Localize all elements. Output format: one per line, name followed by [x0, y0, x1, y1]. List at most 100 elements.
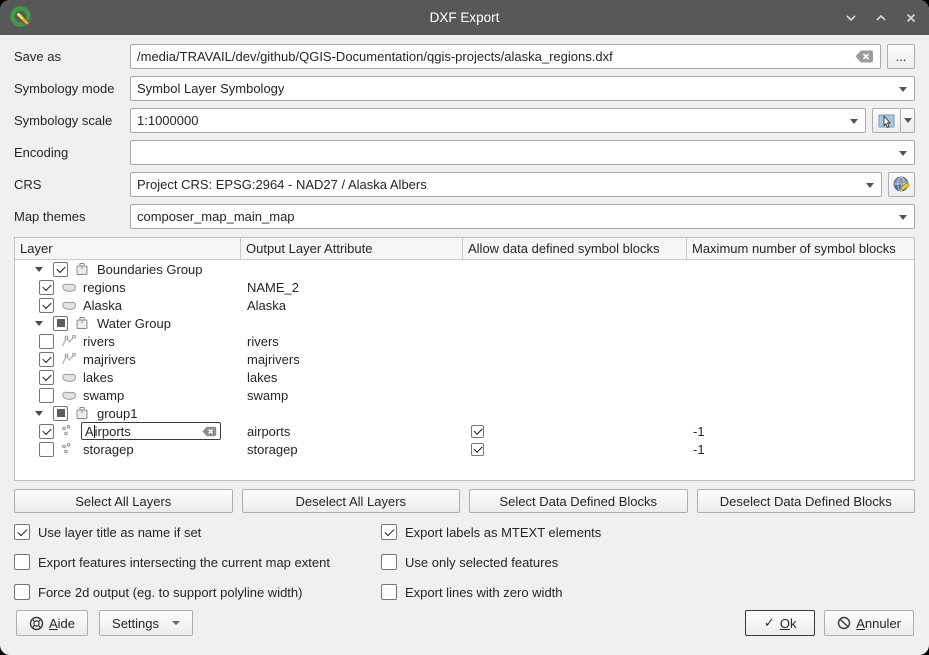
allow-data-defined-checkbox[interactable]: [471, 425, 484, 438]
table-row[interactable]: Alaska Alaska: [15, 296, 914, 314]
max-symbol-blocks-value[interactable]: -1: [687, 422, 914, 440]
symbology-scale-combobox[interactable]: 1:1000000: [130, 108, 866, 133]
checkbox[interactable]: [14, 584, 30, 600]
deselect-data-defined-blocks-button[interactable]: Deselect Data Defined Blocks: [697, 489, 916, 513]
option-zero-width[interactable]: Export lines with zero width: [381, 584, 915, 600]
tree-expander-icon[interactable]: [33, 263, 45, 275]
output-attribute-value[interactable]: Alaska: [241, 296, 463, 314]
dxf-export-dialog: DXF Export Save as /media/TRAVAIL/dev/gi…: [0, 0, 929, 655]
output-attribute-value[interactable]: [241, 404, 463, 422]
max-symbol-blocks-value[interactable]: [687, 368, 914, 386]
option-export-mtext[interactable]: Export labels as MTEXT elements: [381, 524, 915, 540]
max-symbol-blocks-value[interactable]: [687, 350, 914, 368]
column-header-layer[interactable]: Layer: [15, 238, 241, 259]
output-attribute-value[interactable]: swamp: [241, 386, 463, 404]
checkbox[interactable]: [14, 524, 30, 540]
layer-checkbox[interactable]: [39, 424, 54, 439]
layer-checkbox[interactable]: [39, 388, 54, 403]
table-row[interactable]: regions NAME_2: [15, 278, 914, 296]
table-row[interactable]: Boundaries Group: [15, 260, 914, 278]
checkbox[interactable]: [381, 584, 397, 600]
layer-checkbox[interactable]: [53, 406, 68, 421]
table-row[interactable]: lakes lakes: [15, 368, 914, 386]
symbology-mode-select[interactable]: Symbol Layer Symbology: [130, 76, 915, 101]
column-header-output-attribute[interactable]: Output Layer Attribute: [241, 238, 463, 259]
checkbox[interactable]: [14, 554, 30, 570]
table-row[interactable]: swamp swamp: [15, 386, 914, 404]
save-as-label: Save as: [14, 49, 130, 64]
allow-data-defined-checkbox[interactable]: [471, 443, 484, 456]
layer-table[interactable]: Layer Output Layer Attribute Allow data …: [14, 237, 915, 481]
ok-button[interactable]: ✓ Ok: [745, 610, 815, 636]
chevron-down-icon: [866, 183, 874, 188]
close-button[interactable]: [903, 10, 919, 26]
point-layer-icon: [61, 424, 77, 438]
max-symbol-blocks-value[interactable]: [687, 332, 914, 350]
tree-expander-icon[interactable]: [33, 407, 45, 419]
max-symbol-blocks-value[interactable]: [687, 278, 914, 296]
output-attribute-value[interactable]: storagep: [241, 440, 463, 458]
layer-name-edit-field[interactable]: Airports: [81, 422, 221, 440]
output-attribute-value[interactable]: [241, 314, 463, 332]
help-button[interactable]: Aide: [16, 610, 88, 636]
column-header-allow-blocks[interactable]: Allow data defined symbol blocks: [463, 238, 687, 259]
layer-checkbox[interactable]: [39, 298, 54, 313]
layer-checkbox[interactable]: [39, 334, 54, 349]
crs-select[interactable]: Project CRS: EPSG:2964 - NAD27 / Alaska …: [130, 172, 882, 197]
table-row[interactable]: storagep storagep -1: [15, 440, 914, 458]
output-attribute-value[interactable]: majrivers: [241, 350, 463, 368]
checkbox[interactable]: [381, 554, 397, 570]
max-symbol-blocks-value[interactable]: [687, 314, 914, 332]
chevron-down-icon: [904, 118, 912, 123]
layer-checkbox[interactable]: [39, 352, 54, 367]
column-header-max-blocks[interactable]: Maximum number of symbol blocks: [687, 238, 914, 259]
layer-checkbox[interactable]: [53, 316, 68, 331]
table-row[interactable]: rivers rivers: [15, 332, 914, 350]
table-row[interactable]: group1: [15, 404, 914, 422]
settings-button[interactable]: Settings: [99, 610, 193, 636]
max-symbol-blocks-value[interactable]: [687, 296, 914, 314]
deselect-all-layers-button[interactable]: Deselect All Layers: [242, 489, 461, 513]
browse-button[interactable]: ...: [887, 44, 915, 69]
output-attribute-value[interactable]: airports: [241, 422, 463, 440]
output-attribute-value[interactable]: [241, 260, 463, 278]
set-scale-from-extent-button[interactable]: [872, 108, 900, 133]
table-row[interactable]: majrivers majrivers: [15, 350, 914, 368]
layer-checkbox[interactable]: [53, 262, 68, 277]
line-layer-icon: [61, 352, 77, 366]
globe-pencil-icon: [892, 175, 912, 195]
select-all-layers-button[interactable]: Select All Layers: [14, 489, 233, 513]
polygon-layer-icon: [61, 298, 77, 312]
output-attribute-value[interactable]: NAME_2: [241, 278, 463, 296]
clear-text-icon[interactable]: [855, 50, 874, 63]
tree-expander-icon[interactable]: [33, 317, 45, 329]
max-symbol-blocks-value[interactable]: [687, 386, 914, 404]
option-only-selected[interactable]: Use only selected features: [381, 554, 915, 570]
scale-options-dropdown-button[interactable]: [900, 108, 915, 133]
output-attribute-value[interactable]: rivers: [241, 332, 463, 350]
max-symbol-blocks-value[interactable]: [687, 260, 914, 278]
layer-checkbox[interactable]: [39, 442, 54, 457]
select-data-defined-blocks-button[interactable]: Select Data Defined Blocks: [469, 489, 688, 513]
clear-text-icon[interactable]: [202, 426, 217, 437]
save-as-input[interactable]: /media/TRAVAIL/dev/github/QGIS-Documenta…: [130, 44, 881, 69]
select-crs-button[interactable]: [888, 172, 915, 197]
cancel-button[interactable]: Annuler: [824, 610, 914, 636]
map-themes-select[interactable]: composer_map_main_map: [130, 204, 915, 229]
checkbox[interactable]: [381, 524, 397, 540]
titlebar[interactable]: DXF Export: [0, 0, 929, 35]
table-row[interactable]: Airports airports -1: [15, 422, 914, 440]
encoding-select[interactable]: [130, 140, 915, 165]
option-intersecting-extent[interactable]: Export features intersecting the current…: [14, 554, 381, 570]
table-row[interactable]: Water Group: [15, 314, 914, 332]
option-use-layer-title[interactable]: Use layer title as name if set: [14, 524, 381, 540]
minimize-button[interactable]: [843, 10, 859, 26]
layer-checkbox[interactable]: [39, 370, 54, 385]
output-attribute-value[interactable]: lakes: [241, 368, 463, 386]
max-symbol-blocks-value[interactable]: [687, 404, 914, 422]
maximize-button[interactable]: [873, 10, 889, 26]
max-symbol-blocks-value[interactable]: -1: [687, 440, 914, 458]
layer-checkbox[interactable]: [39, 280, 54, 295]
option-force-2d[interactable]: Force 2d output (eg. to support polyline…: [14, 584, 381, 600]
layer-table-body: Boundaries Group: [15, 260, 914, 458]
